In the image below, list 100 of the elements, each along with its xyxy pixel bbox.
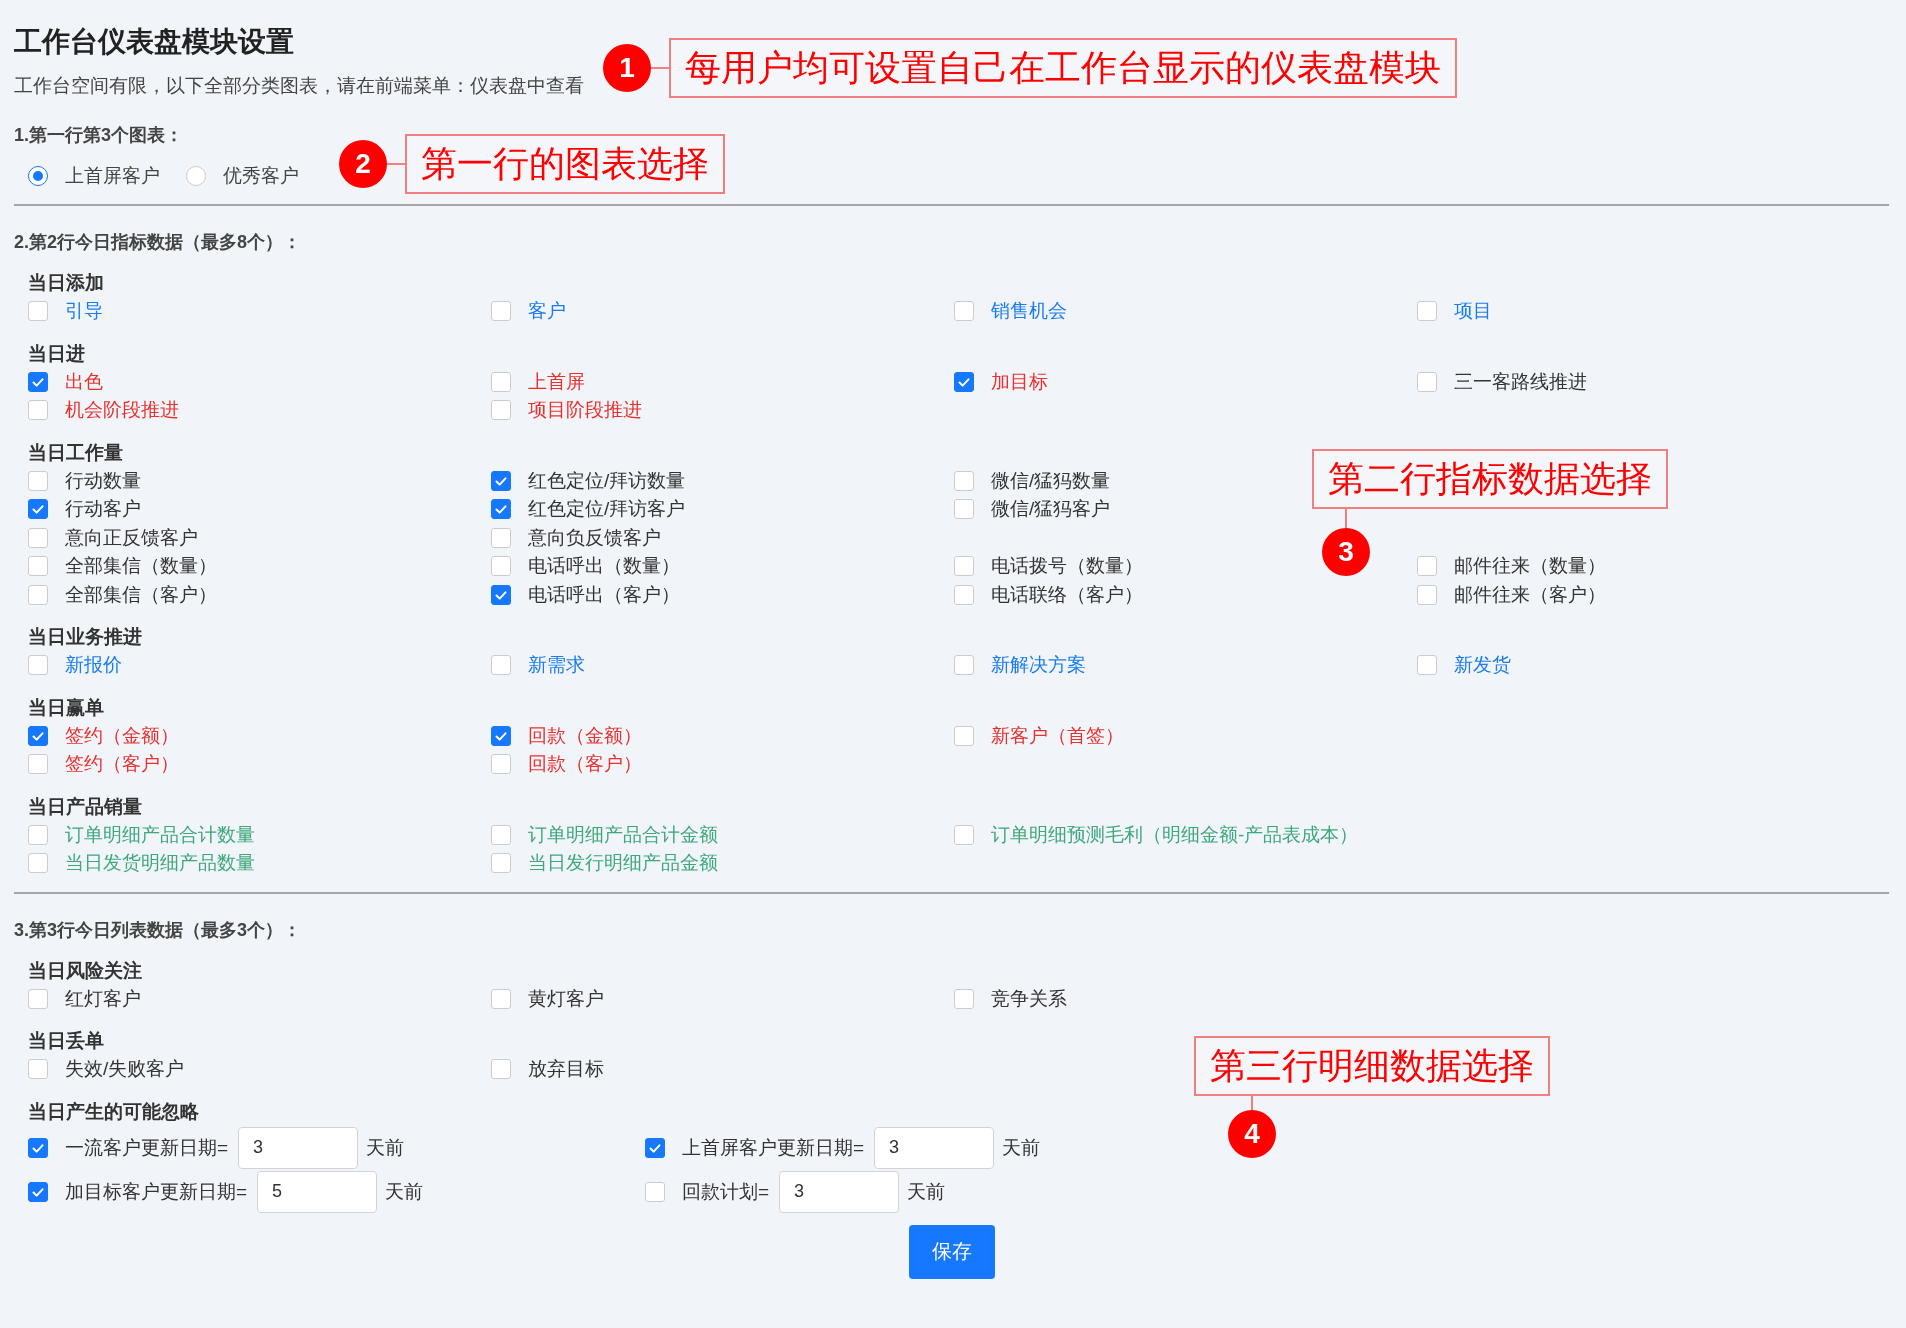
checkbox[interactable] bbox=[28, 499, 48, 520]
checkbox[interactable] bbox=[954, 824, 974, 845]
radio-option[interactable]: 上首屏客户 bbox=[28, 163, 160, 189]
radio-option[interactable]: 优秀客户 bbox=[186, 163, 299, 189]
checkbox-label[interactable]: 三一客路线推进 bbox=[1454, 368, 1587, 395]
checkbox-label[interactable]: 全部集信（数量） bbox=[65, 553, 217, 580]
checkbox-label[interactable]: 客户 bbox=[528, 298, 566, 325]
checkbox-label[interactable]: 新发货 bbox=[1454, 652, 1511, 679]
checkbox[interactable] bbox=[491, 499, 511, 520]
checkbox-label[interactable]: 行动客户 bbox=[65, 496, 141, 523]
checkbox[interactable] bbox=[491, 988, 511, 1009]
checkbox-label[interactable]: 意向正反馈客户 bbox=[65, 524, 198, 551]
checkbox[interactable] bbox=[954, 470, 974, 491]
checkbox-label[interactable]: 微信/猛犸数量 bbox=[991, 467, 1111, 494]
days-input[interactable]: 3 bbox=[874, 1126, 995, 1169]
checkbox[interactable] bbox=[28, 655, 48, 676]
checkbox-label[interactable]: 行动数量 bbox=[65, 467, 141, 494]
checkbox-label[interactable]: 上首屏 bbox=[528, 368, 585, 395]
save-button[interactable]: 保存 bbox=[908, 1224, 995, 1279]
checkbox-label[interactable]: 引导 bbox=[65, 298, 103, 325]
checkbox-label[interactable]: 项目 bbox=[1454, 298, 1492, 325]
checkbox[interactable] bbox=[28, 301, 48, 322]
checkbox-label[interactable]: 出色 bbox=[65, 368, 103, 395]
checkbox-label[interactable]: 加目标客户更新日期= bbox=[65, 1178, 248, 1205]
checkbox[interactable] bbox=[28, 988, 48, 1009]
checkbox-label[interactable]: 回款（金额） bbox=[528, 722, 642, 749]
checkbox[interactable] bbox=[491, 853, 511, 874]
checkbox[interactable] bbox=[28, 400, 48, 421]
checkbox[interactable] bbox=[954, 655, 974, 676]
days-input[interactable]: 3 bbox=[238, 1126, 359, 1169]
checkbox[interactable] bbox=[28, 1137, 48, 1158]
checkbox[interactable] bbox=[1417, 584, 1437, 605]
checkbox[interactable] bbox=[954, 725, 974, 746]
checkbox[interactable] bbox=[28, 556, 48, 577]
checkbox-label[interactable]: 新解决方案 bbox=[991, 652, 1086, 679]
checkbox[interactable] bbox=[491, 527, 511, 548]
checkbox[interactable] bbox=[491, 470, 511, 491]
checkbox[interactable] bbox=[1417, 371, 1437, 392]
radio-button[interactable] bbox=[28, 166, 48, 186]
checkbox[interactable] bbox=[491, 301, 511, 322]
checkbox[interactable] bbox=[491, 584, 511, 605]
checkbox[interactable] bbox=[491, 725, 511, 746]
checkbox[interactable] bbox=[28, 470, 48, 491]
radio-button[interactable] bbox=[186, 166, 206, 186]
checkbox[interactable] bbox=[954, 301, 974, 322]
checkbox[interactable] bbox=[954, 556, 974, 577]
checkbox-label[interactable]: 微信/猛犸客户 bbox=[991, 496, 1111, 523]
checkbox-label[interactable]: 电话呼出（客户） bbox=[528, 581, 680, 608]
checkbox-label[interactable]: 意向负反馈客户 bbox=[528, 524, 661, 551]
checkbox[interactable] bbox=[28, 1181, 48, 1202]
checkbox-label[interactable]: 回款计划= bbox=[682, 1178, 770, 1205]
checkbox-label[interactable]: 邮件往来（数量） bbox=[1454, 553, 1606, 580]
checkbox[interactable] bbox=[1417, 655, 1437, 676]
checkbox[interactable] bbox=[28, 853, 48, 874]
checkbox-label[interactable]: 邮件往来（客户） bbox=[1454, 581, 1606, 608]
checkbox[interactable] bbox=[954, 371, 974, 392]
checkbox-label[interactable]: 红灯客户 bbox=[65, 985, 141, 1012]
checkbox-label[interactable]: 新报价 bbox=[65, 652, 122, 679]
checkbox-label[interactable]: 放弃目标 bbox=[528, 1056, 604, 1083]
checkbox[interactable] bbox=[491, 754, 511, 775]
checkbox[interactable] bbox=[28, 824, 48, 845]
checkbox[interactable] bbox=[28, 584, 48, 605]
checkbox-label[interactable]: 上首屏客户更新日期= bbox=[682, 1134, 865, 1161]
checkbox-label[interactable]: 失效/失败客户 bbox=[65, 1056, 185, 1083]
checkbox-label[interactable]: 电话联络（客户） bbox=[991, 581, 1143, 608]
checkbox-label[interactable]: 红色定位/拜访客户 bbox=[528, 496, 686, 523]
checkbox[interactable] bbox=[1417, 556, 1437, 577]
checkbox-label[interactable]: 签约（金额） bbox=[65, 722, 179, 749]
checkbox[interactable] bbox=[954, 988, 974, 1009]
checkbox-label[interactable]: 电话拨号（数量） bbox=[991, 553, 1143, 580]
checkbox-label[interactable]: 机会阶段推进 bbox=[65, 397, 179, 424]
checkbox[interactable] bbox=[491, 824, 511, 845]
checkbox[interactable] bbox=[28, 527, 48, 548]
days-input[interactable]: 3 bbox=[779, 1170, 900, 1213]
checkbox[interactable] bbox=[491, 400, 511, 421]
checkbox-label[interactable]: 新客户（首签） bbox=[991, 722, 1124, 749]
checkbox[interactable] bbox=[491, 371, 511, 392]
checkbox[interactable] bbox=[1417, 301, 1437, 322]
checkbox-label[interactable]: 新需求 bbox=[528, 652, 585, 679]
checkbox[interactable] bbox=[954, 499, 974, 520]
checkbox[interactable] bbox=[28, 754, 48, 775]
days-input[interactable]: 5 bbox=[257, 1170, 378, 1213]
checkbox-label[interactable]: 全部集信（客户） bbox=[65, 581, 217, 608]
checkbox[interactable] bbox=[954, 584, 974, 605]
checkbox[interactable] bbox=[491, 655, 511, 676]
checkbox-label[interactable]: 电话呼出（数量） bbox=[528, 553, 680, 580]
checkbox[interactable] bbox=[491, 1059, 511, 1080]
checkbox-label[interactable]: 回款（客户） bbox=[528, 751, 642, 778]
checkbox-label[interactable]: 红色定位/拜访数量 bbox=[528, 467, 686, 494]
checkbox-label[interactable]: 竞争关系 bbox=[991, 985, 1067, 1012]
checkbox[interactable] bbox=[491, 556, 511, 577]
checkbox[interactable] bbox=[28, 371, 48, 392]
checkbox[interactable] bbox=[645, 1137, 665, 1158]
checkbox[interactable] bbox=[28, 1059, 48, 1080]
checkbox-label[interactable]: 加目标 bbox=[991, 368, 1048, 395]
checkbox[interactable] bbox=[645, 1181, 665, 1202]
checkbox-label[interactable]: 一流客户更新日期= bbox=[65, 1134, 229, 1161]
checkbox-label[interactable]: 销售机会 bbox=[991, 298, 1067, 325]
checkbox-label[interactable]: 项目阶段推进 bbox=[528, 397, 642, 424]
checkbox[interactable] bbox=[28, 725, 48, 746]
